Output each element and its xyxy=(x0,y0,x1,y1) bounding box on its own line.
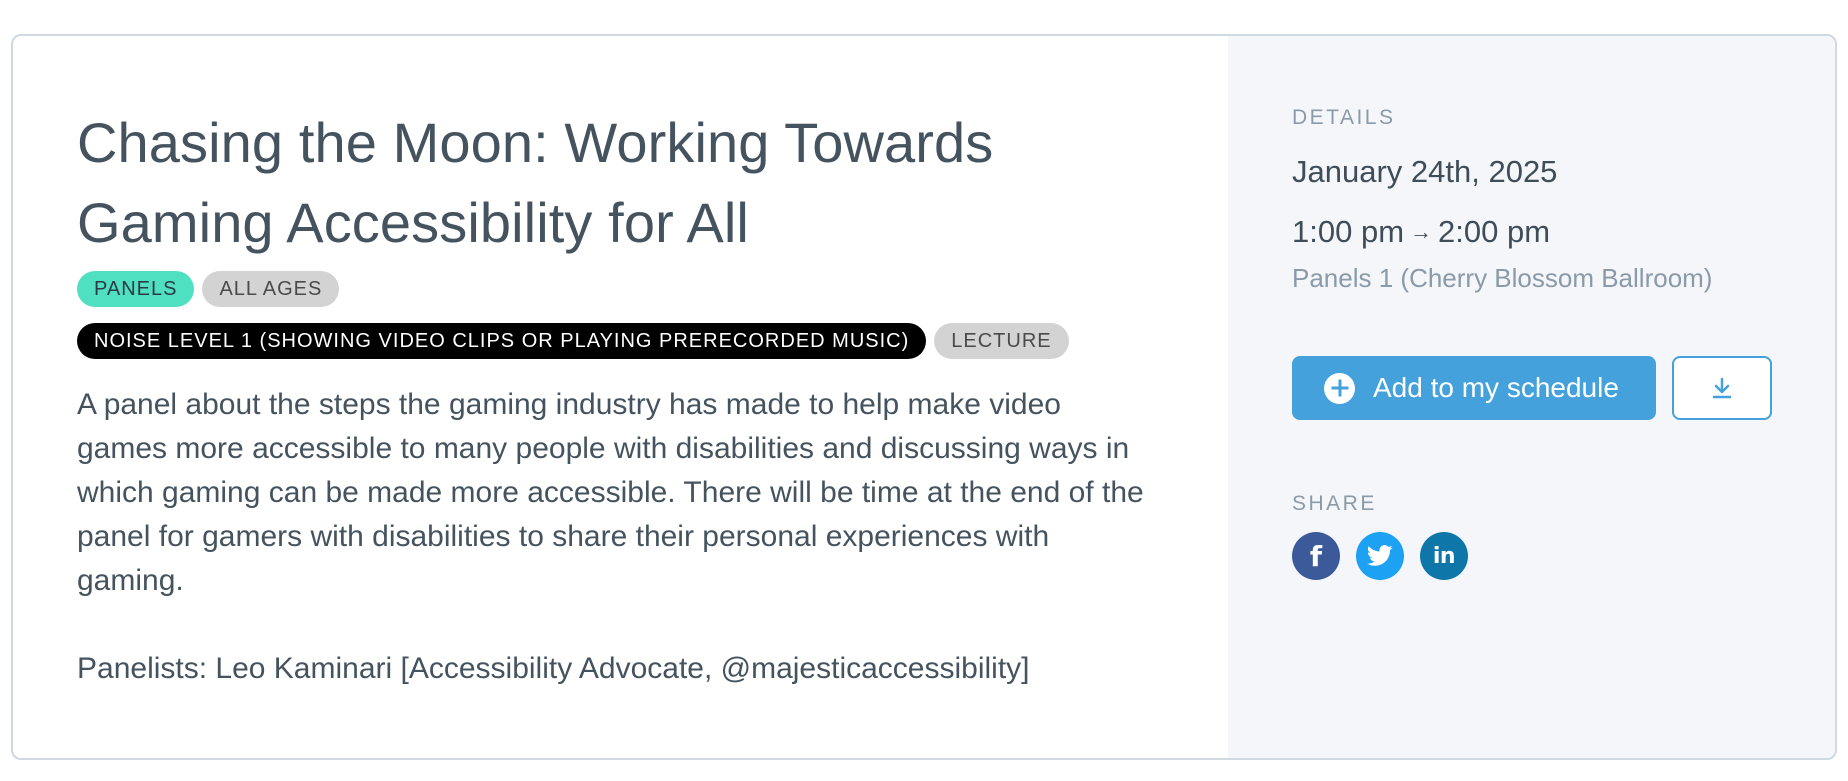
download-button[interactable] xyxy=(1672,356,1772,420)
session-title: Chasing the Moon: Working Towards Gaming… xyxy=(77,111,994,254)
tag-noise-level[interactable]: NOISE LEVEL 1 (SHOWING VIDEO CLIPS OR PL… xyxy=(77,323,927,359)
facebook-share-button[interactable]: f xyxy=(1292,532,1340,580)
session-time: 1:00 pm → 2:00 pm xyxy=(1292,212,1835,252)
session-card: Chasing the Moon: Working Towards Gaming… xyxy=(11,34,1837,760)
download-icon xyxy=(1712,377,1732,399)
plus-circle-icon xyxy=(1324,372,1355,404)
linkedin-icon: in xyxy=(1432,543,1456,569)
details-label: DETAILS xyxy=(1292,106,1396,129)
share-buttons: f in xyxy=(1292,532,1835,580)
details-sidebar: DETAILS January 24th, 2025 1:00 pm → 2:0… xyxy=(1228,36,1835,758)
session-description: A panel about the steps the gaming indus… xyxy=(77,388,1144,597)
share-label: SHARE xyxy=(1292,492,1377,515)
add-to-schedule-label: Add to my schedule xyxy=(1373,372,1619,403)
twitter-icon xyxy=(1367,545,1393,566)
tag-panels[interactable]: PANELS xyxy=(77,271,195,307)
tag-all-ages[interactable]: ALL AGES xyxy=(202,271,340,307)
add-to-schedule-button[interactable]: Add to my schedule xyxy=(1292,356,1656,420)
session-panelists: Panelists: Leo Kaminari [Accessibility A… xyxy=(77,652,1030,685)
start-time: 1:00 pm xyxy=(1292,214,1405,249)
tag-lecture[interactable]: LECTURE xyxy=(934,323,1069,359)
facebook-icon: f xyxy=(1309,539,1323,573)
actions-row: Add to my schedule xyxy=(1292,356,1835,420)
arrow-right-icon: → xyxy=(1410,219,1433,244)
session-date: January 24th, 2025 xyxy=(1292,154,1558,189)
session-location: Panels 1 (Cherry Blossom Ballroom) xyxy=(1292,263,1713,293)
linkedin-share-button[interactable]: in xyxy=(1420,532,1468,580)
tags-row: PANELS ALL AGES xyxy=(77,271,1228,307)
tags-row: NOISE LEVEL 1 (SHOWING VIDEO CLIPS OR PL… xyxy=(77,323,1228,359)
twitter-share-button[interactable] xyxy=(1356,532,1404,580)
end-time: 2:00 pm xyxy=(1438,214,1551,249)
session-main: Chasing the Moon: Working Towards Gaming… xyxy=(13,36,1228,758)
